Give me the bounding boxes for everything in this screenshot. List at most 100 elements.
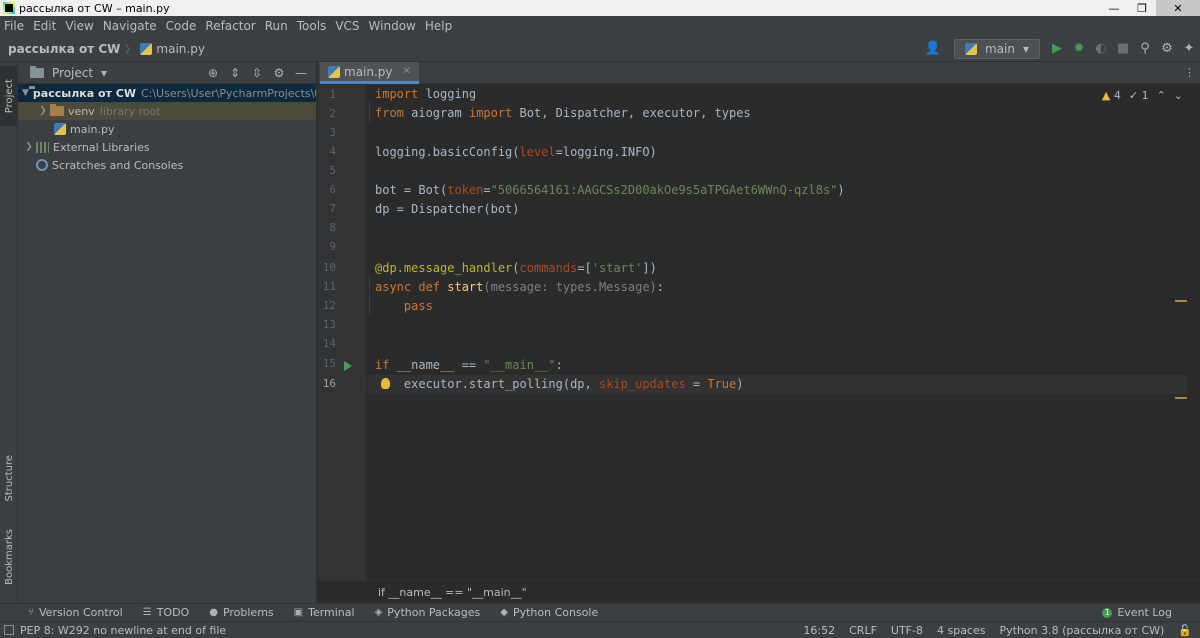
gear-icon[interactable]: ⚙ (1156, 38, 1178, 60)
inspection-widget[interactable]: ▲ 4 ✓ 1 ⌃ ⌄ (1102, 89, 1183, 102)
line-number: 8 (329, 221, 336, 234)
packages-icon: ◈ (374, 607, 383, 618)
menu-vcs[interactable]: VCS (335, 19, 359, 33)
project-panel: Project ▾ ⊕ ⇕ ⇳ ⚙ — ▼ рассылка от CW C:\… (18, 62, 317, 603)
close-tab-icon[interactable]: ✕ (403, 66, 411, 77)
more-tabs-icon[interactable]: ⋮ (1184, 66, 1195, 79)
project-view-icon (30, 65, 44, 78)
collapse-all-icon[interactable]: ⇳ (246, 66, 268, 80)
status-encoding[interactable]: UTF-8 (891, 624, 923, 637)
line-number: 1 (329, 88, 336, 101)
search-icon[interactable]: ⚲ (1134, 38, 1156, 60)
tab-bookmarks-vertical[interactable]: Bookmarks (0, 524, 18, 590)
project-panel-title[interactable]: Project (52, 66, 93, 80)
run-gutter-icon[interactable] (344, 361, 352, 371)
tab-main-py-label: main.py (344, 64, 393, 79)
stop-icon[interactable]: ■ (1112, 38, 1134, 60)
run-icon[interactable]: ▶ (1046, 38, 1068, 60)
run-config-selector[interactable]: main ▾ (953, 38, 1040, 59)
line-number: 15 (322, 357, 336, 370)
tool-python-console[interactable]: ◆ Python Console (500, 606, 598, 619)
debug-icon[interactable]: ✹ (1068, 38, 1090, 60)
tool-windows-bar: ⑂ Version Control ☰ TODO ● Problems ▣ Termin… (0, 603, 1200, 621)
minimize-button[interactable]: — (1100, 0, 1128, 16)
lightbulb-icon[interactable] (381, 378, 390, 389)
menu-file[interactable]: File (4, 19, 24, 33)
window-title: рассылка от CW – main.py (19, 1, 170, 15)
line-number: 13 (322, 318, 336, 331)
tree-item-main-py[interactable]: main.py (18, 120, 316, 138)
status-indent[interactable]: 4 spaces (937, 624, 986, 637)
tab-structure-vertical[interactable]: Structure (0, 448, 18, 508)
menu-run[interactable]: Run (265, 19, 288, 33)
window-title-bar: рассылка от CW – main.py — ❐ ✕ (0, 0, 1200, 16)
chevron-down-icon: ▾ (1022, 41, 1029, 56)
expand-arrow-icon[interactable]: ❯ (36, 106, 50, 116)
chevron-down-icon[interactable]: ⌄ (1174, 89, 1183, 102)
tool-problems[interactable]: ● Problems (209, 606, 273, 619)
tree-item-venv[interactable]: ❯ venv library root (18, 102, 316, 120)
run-config-label: main (984, 41, 1015, 56)
scrollbar-warning-mark[interactable] (1175, 397, 1187, 399)
fold-guide (369, 101, 370, 123)
branch-icon: ⑂ (28, 607, 34, 618)
line-number: 4 (329, 145, 336, 158)
status-position[interactable]: 16:52 (803, 624, 835, 637)
tree-item-venv-label: venv (68, 104, 95, 118)
code-editor[interactable]: import logging from aiogram import Bot, … (367, 85, 1187, 580)
user-icon[interactable]: 👤 (922, 38, 944, 60)
tool-todo[interactable]: ☰ TODO (143, 606, 189, 619)
menu-view[interactable]: View (65, 19, 93, 33)
chevron-up-icon[interactable]: ⌃ (1157, 89, 1166, 102)
expand-arrow-icon[interactable]: ▼ (22, 88, 29, 98)
nav-project-name[interactable]: рассылка от CW (8, 42, 120, 56)
tool-event-log[interactable]: 1 Event Log (1102, 606, 1172, 619)
tree-item-scratches[interactable]: Scratches and Consoles (18, 156, 316, 174)
project-panel-header: Project ▾ ⊕ ⇕ ⇳ ⚙ — (18, 62, 316, 84)
tree-item-external-libraries[interactable]: ❯ External Libraries (18, 138, 316, 156)
code-line-10: @dp.message_handler(commands=['start']) (375, 261, 657, 275)
tool-window-toggle-icon[interactable] (4, 625, 14, 635)
hide-icon[interactable]: — (290, 66, 312, 80)
gear-icon[interactable]: ⚙ (268, 66, 290, 80)
maximize-button[interactable]: ❐ (1128, 0, 1156, 16)
lock-icon[interactable]: 🔓 (1178, 624, 1192, 637)
line-number: 10 (322, 261, 336, 274)
tree-item-venv-note: library root (99, 104, 161, 118)
tab-project-vertical[interactable]: Project (0, 66, 18, 126)
close-button[interactable]: ✕ (1156, 0, 1200, 16)
menu-navigate[interactable]: Navigate (103, 19, 157, 33)
scrollbar-warning-mark[interactable] (1175, 300, 1187, 302)
menu-window[interactable]: Window (369, 19, 416, 33)
problems-icon: ● (209, 607, 218, 618)
coverage-icon[interactable]: ◐ (1090, 38, 1112, 60)
expand-all-icon[interactable]: ⇕ (224, 66, 246, 80)
code-line-2: from aiogram import Bot, Dispatcher, exe… (375, 106, 751, 120)
locate-icon[interactable]: ⊕ (202, 66, 224, 80)
chevron-down-icon[interactable]: ▾ (93, 66, 115, 80)
breadcrumb-item[interactable]: if __name__ == "__main__" (378, 586, 527, 599)
editor-gutter: 1 2 3 4 5 6 7 8 9 10 11 12 13 14 15 16 (318, 85, 366, 580)
pycharm-logo-icon (3, 2, 15, 14)
menu-help[interactable]: Help (425, 19, 452, 33)
tree-root-project[interactable]: ▼ рассылка от CW C:\Users\User\PycharmPr… (18, 84, 316, 102)
python-console-icon: ◆ (500, 607, 508, 618)
tab-main-py[interactable]: main.py ✕ (320, 62, 419, 84)
nav-file[interactable]: main.py (140, 42, 205, 56)
line-number: 7 (329, 202, 336, 215)
tool-terminal[interactable]: ▣ Terminal (294, 606, 355, 619)
expand-arrow-icon[interactable]: ❯ (22, 142, 36, 152)
menu-tools[interactable]: Tools (297, 19, 327, 33)
library-icon (36, 141, 49, 153)
tool-python-packages[interactable]: ◈ Python Packages (375, 606, 481, 619)
line-number-current: 16 (322, 377, 336, 390)
tool-version-control[interactable]: ⑂ Version Control (28, 606, 123, 619)
menu-edit[interactable]: Edit (33, 19, 56, 33)
menu-code[interactable]: Code (166, 19, 197, 33)
status-interpreter[interactable]: Python 3.8 (рассылка от CW) (999, 624, 1164, 637)
status-line-separator[interactable]: CRLF (849, 624, 877, 637)
menu-refactor[interactable]: Refactor (205, 19, 255, 33)
scratches-icon (36, 159, 48, 171)
status-message[interactable]: PEP 8: W292 no newline at end of file (20, 624, 226, 637)
jetbrains-toolbox-icon[interactable]: ✦ (1178, 38, 1200, 60)
